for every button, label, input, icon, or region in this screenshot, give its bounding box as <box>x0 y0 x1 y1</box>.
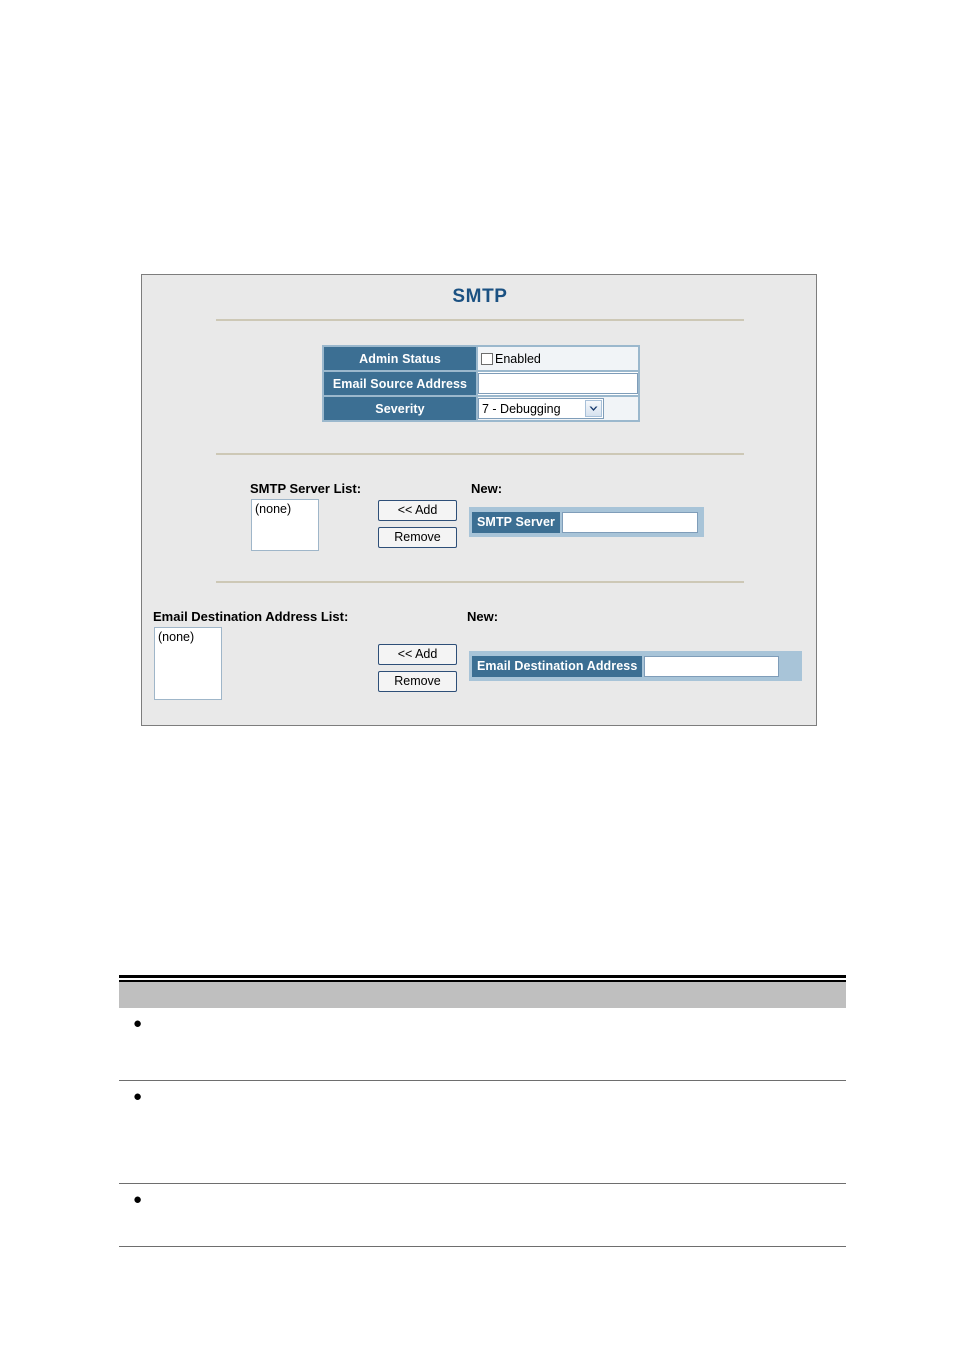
email-source-address-label: Email Source Address <box>323 371 477 396</box>
table-row: Admin Status Enabled <box>323 346 639 371</box>
email-destination-listbox[interactable]: (none) <box>154 627 222 700</box>
email-destination-new-label: New: <box>467 609 499 624</box>
severity-label: Severity <box>323 396 477 421</box>
smtp-server-new-label: New: <box>471 481 503 496</box>
smtp-server-field-label: SMTP Server <box>472 511 560 533</box>
email-source-address-input[interactable] <box>478 373 638 394</box>
email-destination-field-label: Email Destination Address <box>472 655 643 677</box>
smtp-settings-table: Admin Status Enabled Email Source Addres… <box>322 345 640 422</box>
description-table: ● ● ● <box>119 975 846 1247</box>
smtp-server-input[interactable] <box>562 511 698 533</box>
email-source-address-value-cell <box>477 371 639 396</box>
email-destination-new-field: Email Destination Address <box>469 651 802 681</box>
chevron-down-icon[interactable] <box>585 400 602 417</box>
table-row: Severity 7 - Debugging <box>323 396 639 421</box>
admin-status-label: Admin Status <box>323 346 477 371</box>
page-title: SMTP <box>452 286 508 307</box>
separator-middle <box>216 453 744 455</box>
smtp-server-add-button[interactable]: << Add <box>378 500 457 521</box>
list-item[interactable]: (none) <box>158 630 194 644</box>
bullet-icon: ● <box>133 1191 143 1208</box>
enabled-label: Enabled <box>495 351 541 366</box>
severity-select-value: 7 - Debugging <box>482 401 561 416</box>
severity-value-cell: 7 - Debugging <box>477 396 639 421</box>
smtp-server-new-field: SMTP Server <box>469 507 704 537</box>
bullet-icon: ● <box>133 1015 143 1032</box>
admin-status-checkbox-wrap[interactable]: Enabled <box>478 352 638 366</box>
email-destination-list-label: Email Destination Address List: <box>153 609 349 624</box>
email-destination-input[interactable] <box>644 655 780 677</box>
table-row: ● <box>119 1184 846 1247</box>
email-destination-add-button[interactable]: << Add <box>378 644 457 665</box>
smtp-server-list-label: SMTP Server List: <box>250 481 362 496</box>
separator-top <box>216 319 744 321</box>
table-row: ● <box>119 1081 846 1184</box>
table-header-row <box>119 982 846 1008</box>
table-row: ● <box>119 1008 846 1081</box>
table-row: Email Source Address <box>323 371 639 396</box>
bullet-icon: ● <box>133 1088 143 1105</box>
smtp-panel: SMTP Admin Status Enabled Email Source A… <box>141 274 817 726</box>
list-item[interactable]: (none) <box>255 502 291 516</box>
smtp-server-listbox[interactable]: (none) <box>251 499 319 551</box>
severity-select[interactable]: 7 - Debugging <box>478 398 604 419</box>
admin-status-value-cell: Enabled <box>477 346 639 371</box>
admin-status-checkbox[interactable] <box>481 352 493 365</box>
smtp-server-remove-button[interactable]: Remove <box>378 527 457 548</box>
email-destination-remove-button[interactable]: Remove <box>378 671 457 692</box>
separator-bottom <box>216 581 744 583</box>
